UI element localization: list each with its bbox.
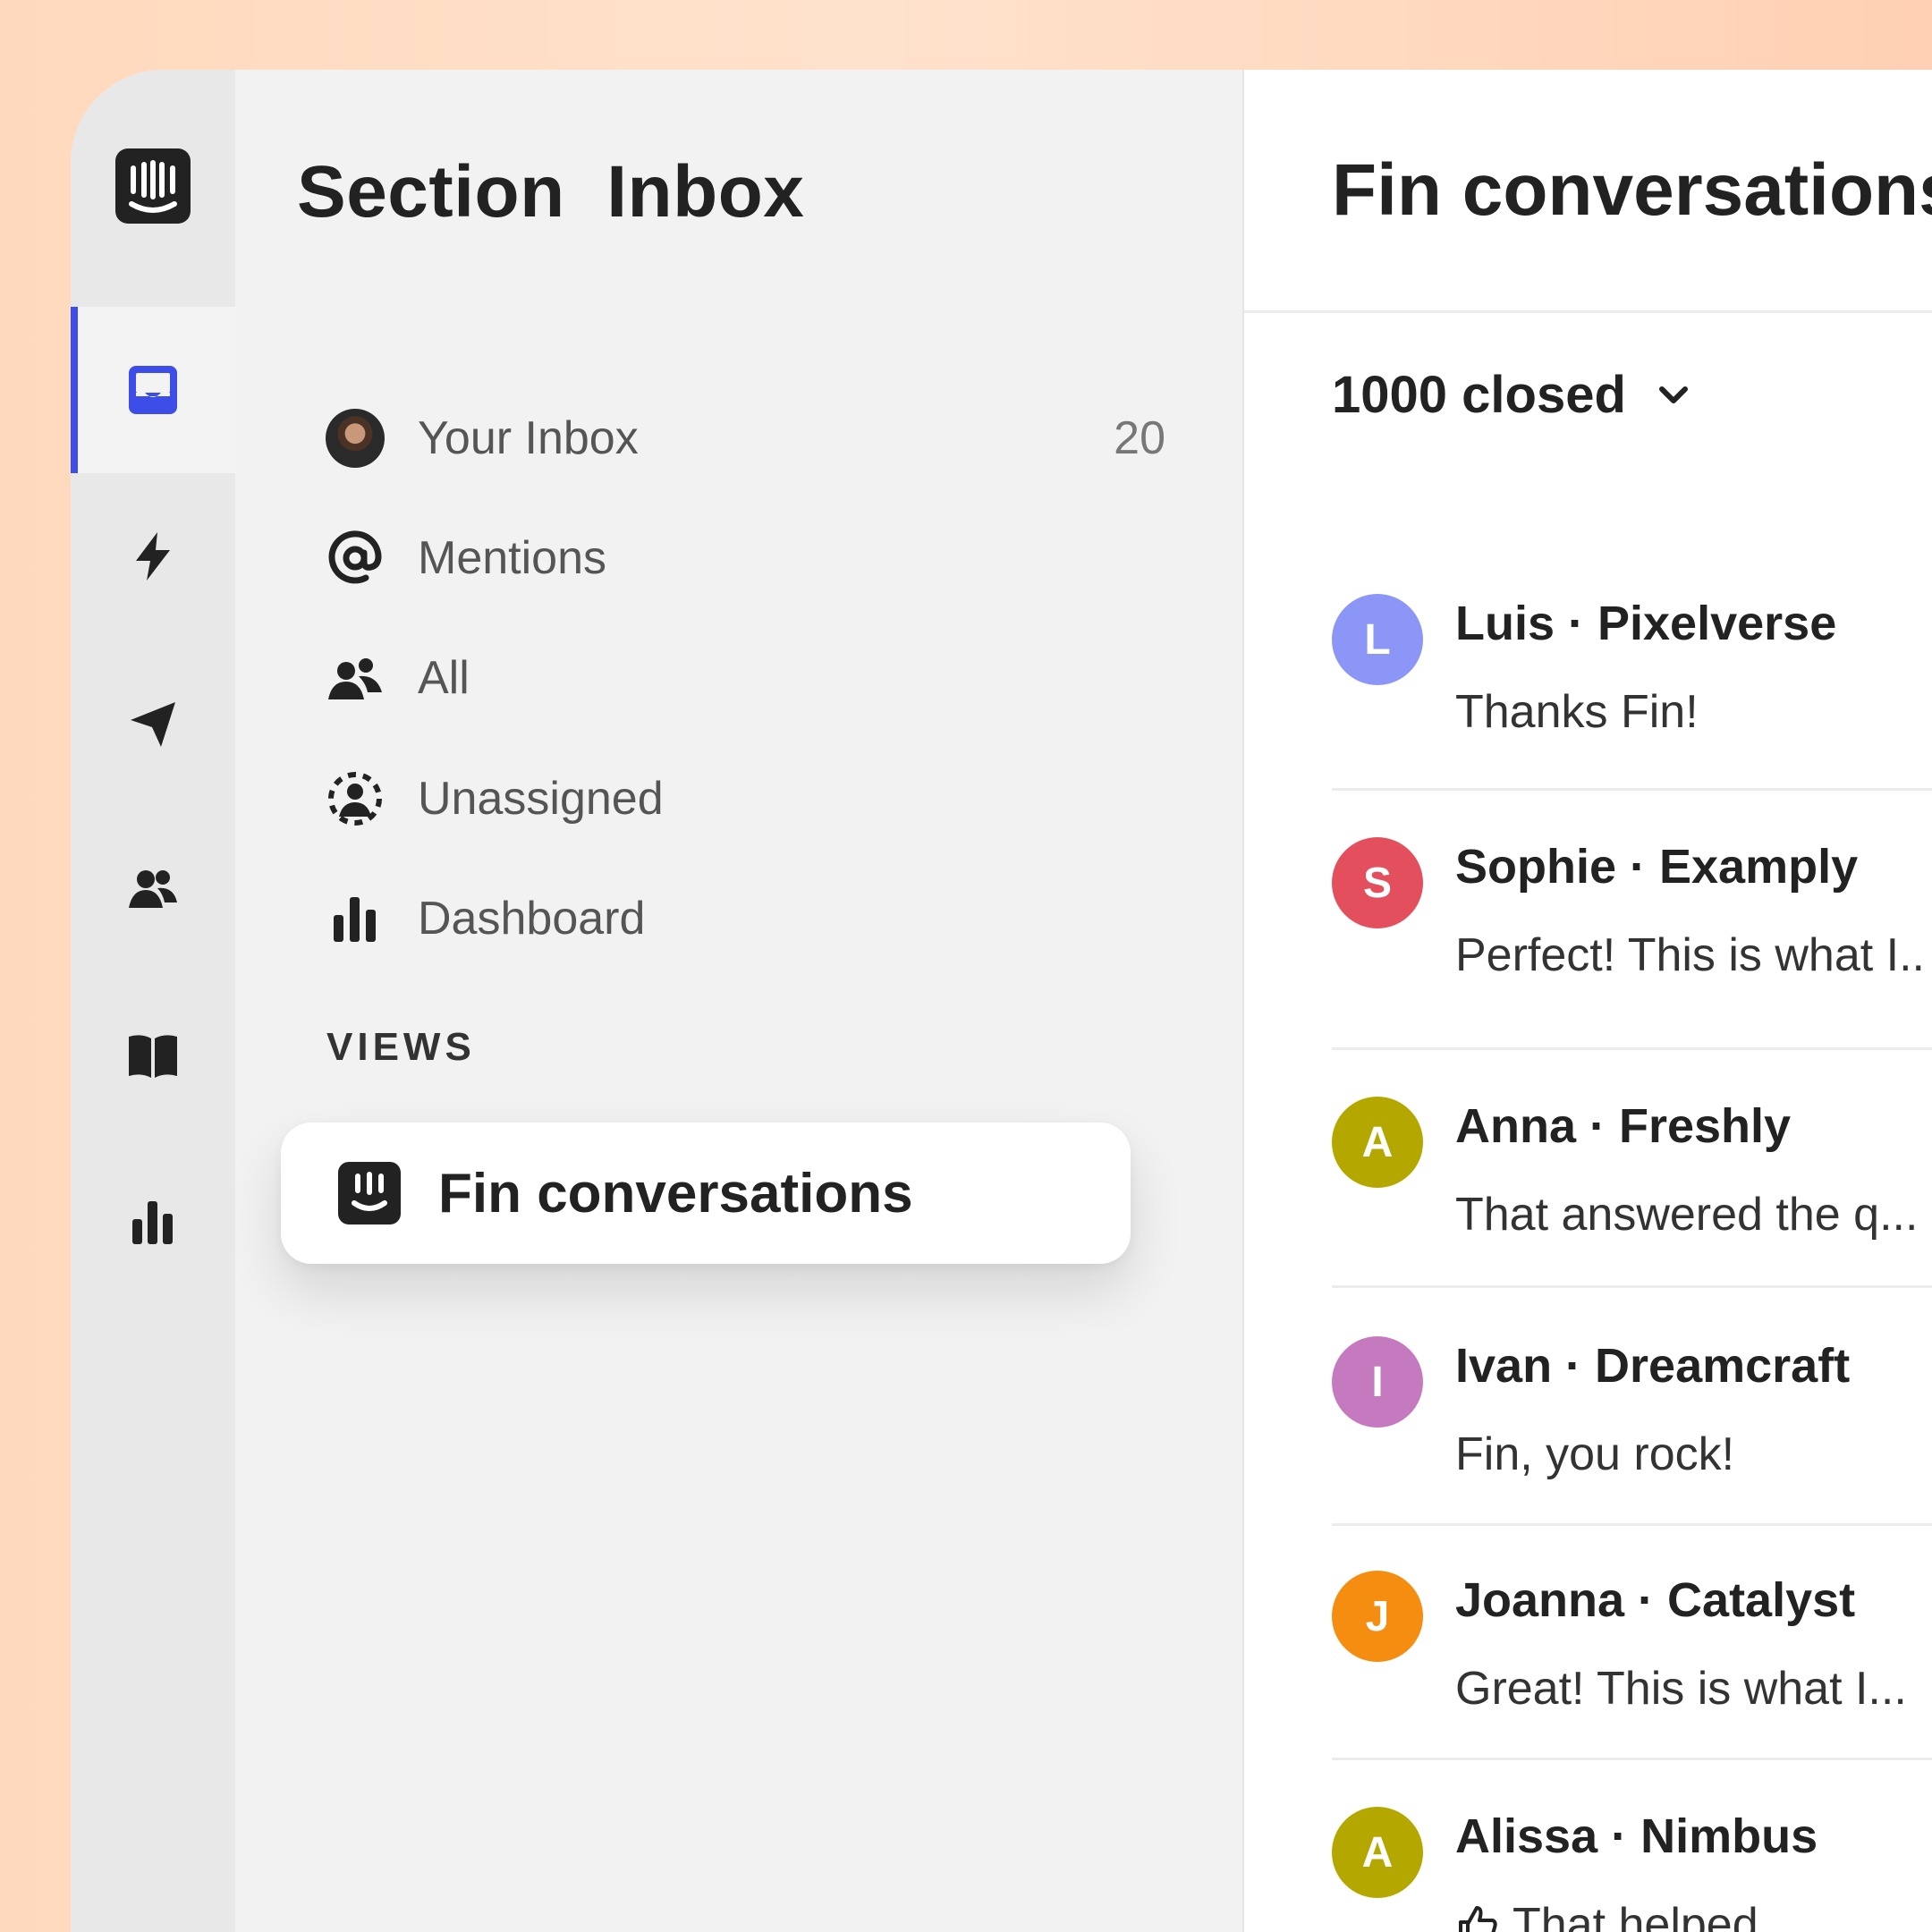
conversation-name: Alissa · Nimbus [1455, 1809, 1818, 1863]
rail-knowledge[interactable] [71, 972, 235, 1139]
rail-outbound[interactable] [71, 640, 235, 806]
at-icon [328, 530, 382, 584]
rail-lightning[interactable] [71, 473, 235, 640]
sidebar-item-mentions[interactable]: Mentions [325, 522, 1165, 594]
sidebar-item-label: Mentions [418, 532, 606, 584]
sidebar-title: Section Inbox [297, 151, 805, 233]
icon-rail [71, 70, 235, 1932]
conversation-preview: Great! This is what I... [1455, 1663, 1907, 1715]
avatar: L [1332, 594, 1423, 685]
people-icon [129, 870, 177, 908]
app-window: Section Inbox Your Inbox 20 Mentions All… [71, 70, 1932, 1932]
conversation-item[interactable]: A Anna · Freshly That answered the q... [1332, 1050, 1932, 1288]
conversation-item[interactable]: L Luis · Pixelverse Thanks Fin! [1332, 553, 1932, 791]
thumbs-up-icon [1459, 1906, 1497, 1932]
view-label: Fin conversations [438, 1162, 913, 1224]
lightning-icon [136, 532, 170, 580]
sidebar-item-label: Dashboard [418, 893, 646, 945]
bar-chart-icon [132, 1201, 173, 1244]
sidebar-item-all[interactable]: All [325, 642, 1165, 714]
panel-header: Fin conversations [1244, 70, 1932, 313]
conversation-item[interactable]: J Joanna · Catalyst Great! This is what … [1332, 1526, 1932, 1760]
unassigned-icon [328, 772, 382, 826]
sidebar-item-label: All [418, 652, 470, 704]
rail-inbox[interactable] [71, 307, 235, 473]
conversation-preview: Perfect! This is what I.. [1455, 929, 1926, 981]
intercom-logo-icon[interactable] [115, 148, 191, 224]
conversation-name: Sophie · Examply [1455, 840, 1859, 894]
conversation-item[interactable]: I Ivan · Dreamcraft Fin, you rock! [1332, 1288, 1932, 1526]
people-icon [328, 658, 382, 699]
conversation-name: Ivan · Dreamcraft [1455, 1339, 1851, 1393]
conversation-item[interactable]: A Alissa · Nimbus That helped [1332, 1760, 1932, 1932]
views-heading: VIEWS [326, 1025, 476, 1069]
view-fin-conversations[interactable]: Fin conversations [281, 1123, 1131, 1264]
status-filter-dropdown[interactable]: 1000 closed [1332, 365, 1694, 425]
filter-label: 1000 closed [1332, 366, 1626, 424]
avatar: I [1332, 1336, 1423, 1428]
avatar: A [1332, 1807, 1423, 1898]
sidebar-item-unassigned[interactable]: Unassigned [325, 763, 1165, 835]
conversation-list-panel: Fin conversations 1000 closed L Luis · P… [1242, 70, 1932, 1932]
avatar: A [1332, 1097, 1423, 1188]
conversation-preview: Fin, you rock! [1455, 1428, 1735, 1480]
sidebar-item-label: Unassigned [418, 773, 664, 825]
book-icon [129, 1035, 177, 1078]
conversation-preview: That helped [1455, 1898, 1758, 1932]
conversation-preview: Thanks Fin! [1455, 686, 1699, 738]
conversation-name: Luis · Pixelverse [1455, 597, 1837, 650]
conversation-name: Joanna · Catalyst [1455, 1573, 1856, 1627]
conversation-name: Anna · Freshly [1455, 1099, 1792, 1153]
conversation-preview: That answered the q... [1455, 1189, 1919, 1241]
inbox-count: 20 [1114, 412, 1165, 464]
sidebar-item-dashboard[interactable]: Dashboard [325, 883, 1165, 954]
rail-contacts[interactable] [71, 806, 235, 972]
sidebar-item-your-inbox[interactable]: Your Inbox 20 [325, 402, 1165, 474]
inbox-sidebar: Section Inbox Your Inbox 20 Mentions All… [235, 70, 1242, 1932]
rail-reports[interactable] [71, 1139, 235, 1305]
avatar: S [1332, 837, 1423, 928]
inbox-icon [129, 366, 177, 414]
panel-title: Fin conversations [1332, 149, 1932, 231]
user-avatar [325, 408, 386, 469]
paper-plane-icon [131, 702, 175, 747]
bar-chart-icon [334, 897, 376, 942]
fin-icon [338, 1162, 401, 1224]
chevron-down-icon [1658, 386, 1688, 403]
avatar: J [1332, 1571, 1423, 1662]
conversation-preview-text: That helped [1513, 1899, 1758, 1932]
sidebar-item-label: Your Inbox [418, 412, 639, 464]
conversation-item[interactable]: S Sophie · Examply Perfect! This is what… [1332, 791, 1932, 1050]
